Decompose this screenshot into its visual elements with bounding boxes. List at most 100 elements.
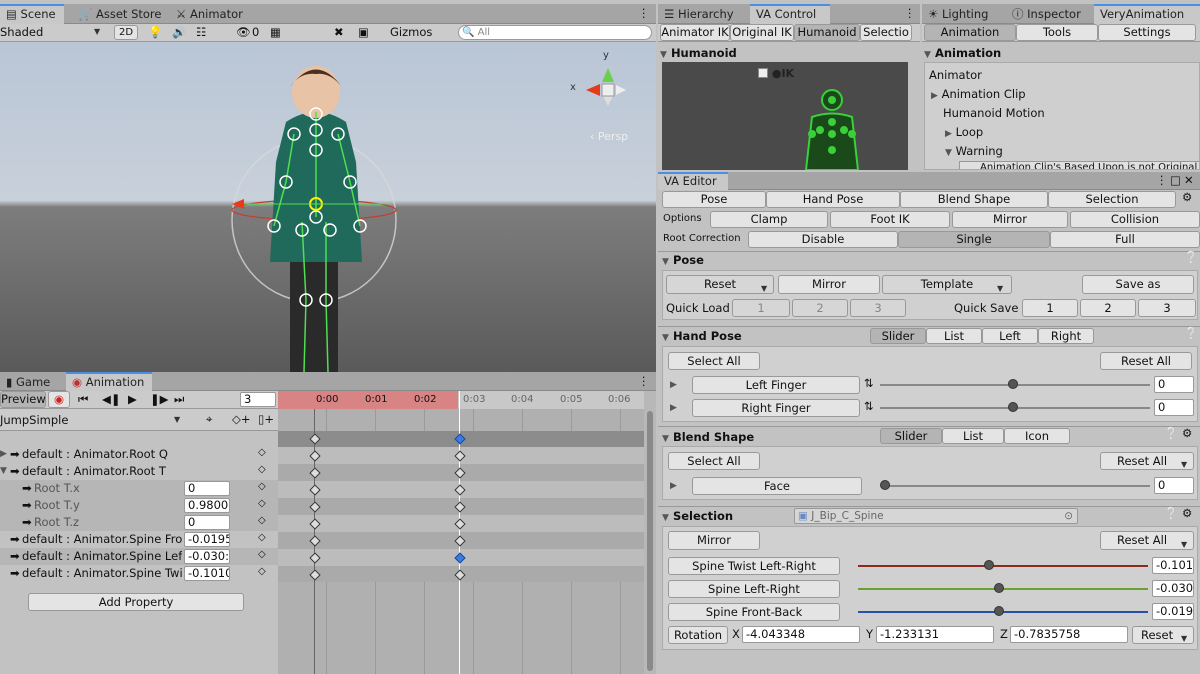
ik-checkbox[interactable] [758,68,768,78]
left-finger-button[interactable]: Left Finger [692,376,860,394]
add-event-icon[interactable]: ▯+ [258,412,274,426]
quick-load-slot-3[interactable]: 3 [850,299,906,317]
root-full-button[interactable]: Full [1050,231,1200,248]
root-disable-button[interactable]: Disable [748,231,898,248]
panel-menu-icon[interactable]: ⋮ [1156,173,1168,187]
animation-section-header[interactable]: ▼ Animation [924,46,1001,60]
scene-search-input[interactable]: 🔍 All [458,25,652,40]
selection-section-header[interactable]: ▼ Selection [662,509,733,523]
play-icon[interactable]: ▶ [128,392,137,406]
tab-hierarchy[interactable]: ☰ Hierarchy [658,4,740,24]
hand-tab-list[interactable]: List [926,328,982,344]
persp-label[interactable]: ‹ Persp [590,130,628,143]
finger-handle-icon[interactable]: ⇅ [864,399,874,413]
root-single-button[interactable]: Single [898,231,1050,248]
tab-va-editor[interactable]: VA Editor [658,172,728,192]
rotation-reset-dropdown[interactable]: Reset ▼ [1132,626,1194,644]
subtab-selection[interactable]: Selectio [860,24,912,41]
keyframe-diamond-icon[interactable]: ◇ [258,549,266,560]
panel-menu-icon[interactable]: ⋮ [904,6,916,20]
panel-menu-icon[interactable]: ⋮ [638,6,650,20]
left-finger-value[interactable]: 0 [1154,376,1194,393]
muscle-spine-front-back-value[interactable]: -0.019 [1152,603,1194,620]
pose-mirror-button[interactable]: Mirror [778,275,880,294]
table-row[interactable]: ➡ Root T.x 0 ◇ [0,480,278,497]
keyframe-diamond-icon[interactable]: ◇ [258,498,266,509]
help-icon[interactable]: ❔ [1184,250,1198,264]
keyframe-diamond-icon[interactable]: ◇ [258,566,266,577]
last-frame-icon[interactable]: ⏭ [174,392,184,407]
humanoid-avatar-view[interactable]: ●IK [662,62,908,170]
scene-viewport[interactable]: y x ‹ Persp [0,42,656,372]
table-row[interactable]: ➡ default : Animator.Spine Front -0.0195… [0,531,278,548]
record-button[interactable]: ◉ [48,391,70,408]
keyframe-diamond-icon[interactable]: ◇ [258,447,266,458]
maximize-icon[interactable]: □ [1170,173,1181,187]
option-foot-ik-button[interactable]: Foot IK [830,211,950,228]
property-value-field[interactable]: 0 [184,515,230,530]
inspector-row[interactable]: ▶ Loop [945,125,983,139]
hand-pose-section-header[interactable]: ▼ Hand Pose [662,329,742,343]
tab-animator[interactable]: ⚔ Animator [170,4,249,24]
help-icon[interactable]: ❔ [1164,426,1178,440]
right-finger-value[interactable]: 0 [1154,399,1194,416]
frame-input[interactable]: 3 [240,392,276,407]
selection-mirror-button[interactable]: Mirror [668,531,760,550]
next-frame-icon[interactable]: ❚▶ [150,392,168,406]
tab-veryanimation[interactable]: VeryAnimation [1094,4,1200,24]
table-row[interactable]: ➡ Root T.y 0.9800: ◇ [0,497,278,514]
quick-load-slot-1[interactable]: 1 [732,299,790,317]
mode-selection-button[interactable]: Selection [1048,191,1176,208]
blend-tab-list[interactable]: List [942,428,1004,444]
keyframe-diamond-icon[interactable]: ◇ [258,515,266,526]
hand-select-all-button[interactable]: Select All [668,352,760,370]
inspector-row[interactable]: ▶ Animation Clip [931,87,1026,101]
pose-reset-dropdown[interactable]: Reset ▼ [666,275,774,294]
muscle-spine-twist-knob[interactable] [984,560,994,570]
shading-dropdown[interactable]: Shaded ▼ [0,25,106,39]
blend-tab-icon[interactable]: Icon [1004,428,1070,444]
selection-reset-all-dropdown[interactable]: Reset All ▼ [1100,531,1194,550]
help-icon[interactable]: ❔ [1164,506,1178,520]
muscle-spine-twist-value[interactable]: -0.101 [1152,557,1194,574]
muscle-spine-left-right-button[interactable]: Spine Left-Right [668,580,840,598]
right-finger-slider-knob[interactable] [1008,402,1018,412]
object-picker-icon[interactable]: ⊙ [1064,509,1073,523]
table-row[interactable]: ▼ ➡ default : Animator.Root T ◇ [0,463,278,480]
timeline[interactable]: 0:00 0:01 0:02 0:03 0:04 0:05 0:06 [278,391,644,674]
pose-template-dropdown[interactable]: Template ▼ [882,275,1012,294]
tab-asset-store[interactable]: 🛒 Asset Store [72,4,167,24]
muscle-spine-twist-button[interactable]: Spine Twist Left-Right [668,557,840,575]
clip-dropdown[interactable]: JumpSimple ▼ [0,413,186,427]
blend-reset-all-dropdown[interactable]: Reset All ▼ [1100,452,1194,470]
property-value-field[interactable]: -0.0195 [184,532,230,547]
table-row[interactable]: ➡ Root T.z 0 ◇ [0,514,278,531]
option-clamp-button[interactable]: Clamp [710,211,828,228]
timeline-ruler[interactable]: 0:00 0:01 0:02 0:03 0:04 0:05 0:06 [278,391,644,409]
rotation-x-field[interactable]: -4.043348 [742,626,860,643]
add-property-button[interactable]: Add Property [28,593,244,611]
pose-save-as-button[interactable]: Save as [1082,275,1194,294]
close-icon[interactable]: ✕ [1184,173,1194,187]
settings-gear-icon[interactable]: ⚙ [1182,426,1192,440]
subtab-animator-ik[interactable]: Animator IK [660,24,730,41]
preview-button[interactable]: Preview [0,391,46,408]
add-keyframe-icon[interactable]: ◇+ [232,412,250,426]
table-row[interactable]: ▶ ➡ default : Animator.Root Q ◇ [0,446,278,463]
subtab-humanoid[interactable]: Humanoid [794,24,860,41]
hand-reset-all-button[interactable]: Reset All [1100,352,1192,370]
expand-arrow-icon[interactable]: ▶ [670,481,677,491]
quick-load-slot-2[interactable]: 2 [792,299,848,317]
keyframe-diamond-icon[interactable]: ◇ [258,464,266,475]
option-mirror-button[interactable]: Mirror [952,211,1068,228]
mode-hand-pose-button[interactable]: Hand Pose [766,191,900,208]
panel-menu-icon[interactable]: ⋮ [638,374,650,388]
selected-object-field[interactable]: ▣ J_Bip_C_Spine ⊙ [794,508,1078,524]
face-value[interactable]: 0 [1154,477,1194,494]
rotation-y-field[interactable]: -1.233131 [876,626,994,643]
settings-gear-icon[interactable]: ⚙ [1182,190,1192,204]
rotation-button[interactable]: Rotation [668,626,728,644]
finger-handle-icon[interactable]: ⇅ [864,376,874,390]
muscle-spine-front-back-button[interactable]: Spine Front-Back [668,603,840,621]
muscle-spine-left-right-value[interactable]: -0.030 [1152,580,1194,597]
